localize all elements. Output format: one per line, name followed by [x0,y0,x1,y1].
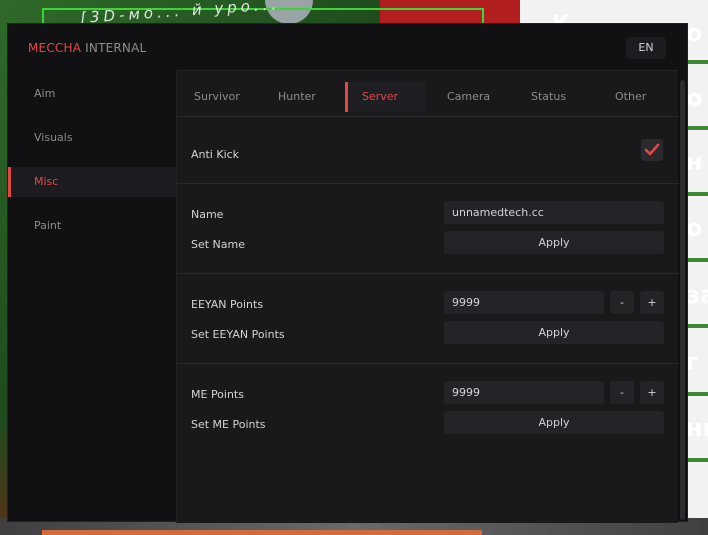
menu-window: MECCHA INTERNAL EN Aim Visuals Misc Pain… [7,23,688,523]
sidebar-item-misc[interactable]: Misc [8,167,176,197]
brand-title: MECCHA INTERNAL [28,41,146,55]
eeyan-decrement-button[interactable]: - [610,291,634,314]
tab-server[interactable]: Server [345,82,425,112]
apply-eeyan-button[interactable]: Apply [444,321,664,344]
background-orange-bar [42,530,482,535]
divider [177,273,679,274]
tab-bar: Survivor Hunter Server Camera Status Oth… [177,71,679,117]
tab-other[interactable]: Other [615,82,646,112]
background-char: о [686,214,703,242]
set-name-label: Set Name [191,238,246,251]
brand-accent: MECCHA [28,41,82,55]
set-me-points-label: Set ME Points [191,418,266,431]
me-points-input[interactable]: 9999 [444,381,604,404]
divider [177,183,679,184]
apply-name-button[interactable]: Apply [444,231,664,254]
eeyan-increment-button[interactable]: + [640,291,664,314]
sidebar: Aim Visuals Misc Paint [8,70,176,523]
anti-kick-checkbox[interactable] [641,139,663,161]
divider [177,363,679,364]
name-input[interactable]: unnamedtech.cc [444,201,664,224]
eeyan-points-label: EEYAN Points [191,298,264,311]
set-eeyan-points-label: Set EEYAN Points [191,328,285,341]
me-decrement-button[interactable]: - [610,381,634,404]
language-button[interactable]: EN [626,37,666,59]
eeyan-points-input[interactable]: 9999 [444,291,604,314]
title-bar[interactable]: MECCHA INTERNAL EN [8,24,687,70]
name-label: Name [191,208,224,221]
sidebar-item-aim[interactable]: Aim [8,79,176,109]
me-increment-button[interactable]: + [640,381,664,404]
background-char: за [686,281,708,309]
background-char: н [686,148,703,176]
tab-camera[interactable]: Camera [447,82,490,112]
me-points-label: ME Points [191,388,244,401]
apply-me-button[interactable]: Apply [444,411,664,434]
background-char: о [686,19,703,47]
tab-status[interactable]: Status [531,82,566,112]
checkmark-icon [644,143,660,156]
background-char: о [686,84,703,112]
anti-kick-label: Anti Kick [191,148,240,161]
content-panel: Survivor Hunter Server Camera Status Oth… [176,70,679,523]
scrollbar[interactable] [680,80,685,520]
sidebar-item-paint[interactable]: Paint [8,211,176,241]
background-char: ни [686,414,708,442]
tab-survivor[interactable]: Survivor [194,82,240,112]
brand-suffix: INTERNAL [81,41,147,55]
tab-hunter[interactable]: Hunter [278,82,316,112]
sidebar-item-visuals[interactable]: Visuals [8,123,176,153]
